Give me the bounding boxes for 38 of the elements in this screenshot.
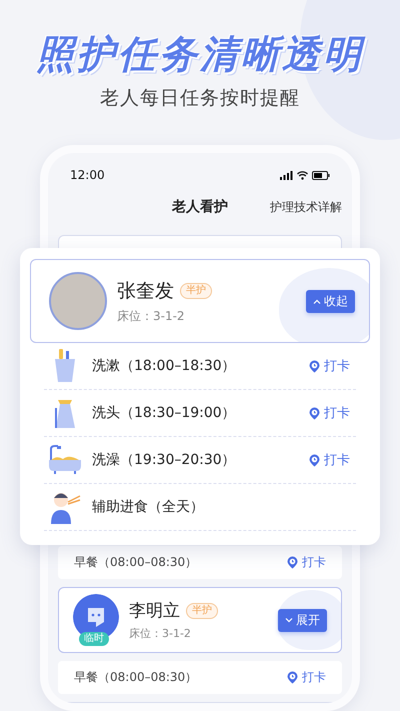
task-label: 洗头（18:30–19:00） <box>92 404 237 422</box>
clock-pin-icon <box>287 556 298 569</box>
headline: 照护任务清晰透明 <box>36 31 364 78</box>
clock-pin-icon <box>309 406 320 420</box>
care-guide-link[interactable]: 护理技术详解 <box>270 198 342 216</box>
task-label: 洗漱（18:00–18:30） <box>92 357 237 375</box>
task-label: 早餐（08:00–08:30） <box>74 669 198 686</box>
person-eating-icon <box>48 490 82 524</box>
battery-icon <box>312 170 330 180</box>
check-in-link[interactable]: 打卡 <box>324 357 350 375</box>
check-in-link[interactable]: 打卡 <box>324 451 350 469</box>
task-label: 洗澡（19:30–20:30） <box>92 451 237 469</box>
bed-number: 床位：3-1-2 <box>117 308 186 324</box>
care-level-tag: 半护 <box>180 282 212 298</box>
resident-name: 李明立 <box>129 600 180 622</box>
subheadline: 老人每日任务按时提醒 <box>100 86 300 110</box>
collapse-button[interactable]: 收起 <box>306 290 355 312</box>
temporary-badge: 临时 <box>79 632 109 646</box>
bed-number: 床位：3-1-2 <box>129 626 192 641</box>
cup-icon <box>52 349 78 383</box>
clock-pin-icon <box>287 671 298 684</box>
page-title: 老人看护 <box>172 198 228 216</box>
chevron-icon <box>313 298 321 304</box>
check-in-link[interactable]: 打卡 <box>324 404 350 422</box>
wifi-icon <box>297 170 308 180</box>
expand-button[interactable]: 展开 <box>278 608 327 632</box>
clock-pin-icon <box>309 454 320 466</box>
bathtub-icon <box>48 445 82 475</box>
clock-pin-icon <box>309 360 320 372</box>
resident-name: 张奎发 <box>117 278 174 304</box>
care-level-tag: 半护 <box>186 602 218 618</box>
status-time: 12:00 <box>70 168 105 182</box>
chevron-icon <box>285 618 293 622</box>
check-in-link[interactable]: 打卡 <box>302 669 326 686</box>
task-label: 早餐（08:00–08:30） <box>74 554 198 571</box>
signal-icon <box>280 170 293 180</box>
check-in-link[interactable]: 打卡 <box>302 554 326 571</box>
task-label: 辅助进食（全天） <box>92 498 205 516</box>
